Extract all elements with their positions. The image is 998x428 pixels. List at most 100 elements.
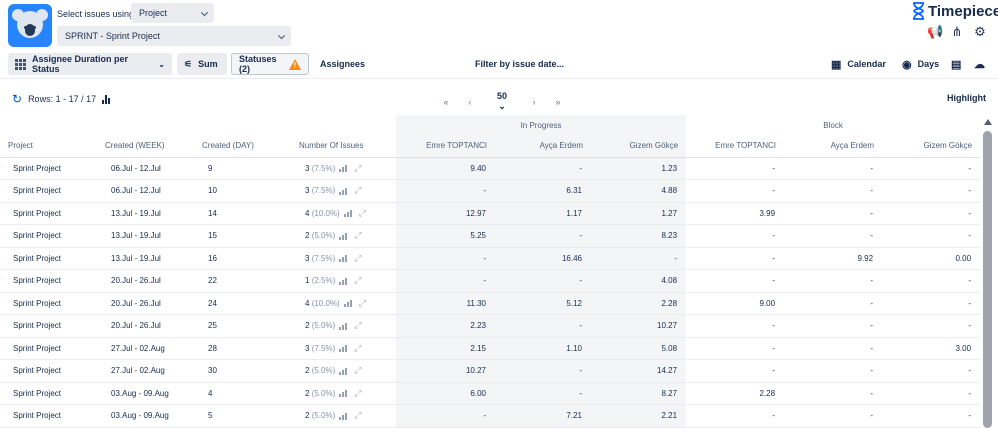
cell-project: Sprint Project [0,202,97,225]
calendar-label: Calendar [847,59,886,69]
column-header-ip-emre[interactable]: Emre TOPTANCI [396,135,495,158]
cell-project: Sprint Project [0,179,97,203]
bar-chart-icon[interactable] [102,94,111,104]
mini-bar-chart-icon[interactable] [339,367,348,375]
column-header-number-of-issues[interactable]: Number Of Issues [291,135,396,158]
cell-project: Sprint Project [0,269,97,293]
cell-ip-ayca: - [495,382,591,405]
mini-bar-chart-icon[interactable] [339,277,348,285]
cell-created-week: 20.Jul - 26.Jul [97,314,194,338]
expand-icon[interactable]: ⤢ [354,320,361,330]
issue-percent: (5.0%) [311,411,336,421]
cell-block-emre: - [686,157,785,180]
mini-bar-chart-icon[interactable] [343,210,352,218]
scroll-up-arrow-icon[interactable] [984,119,992,125]
settings-gear-icon[interactable]: ⚙ [973,24,987,40]
calendar-button[interactable]: ▦ Calendar [824,53,893,75]
filter-by-date-button[interactable]: Filter by issue date... [468,53,571,75]
mini-bar-chart-icon[interactable] [339,165,348,173]
column-header-block-gizem[interactable]: Gizem Gökçe [882,135,980,158]
prev-page-button[interactable]: ‹ [458,97,482,107]
share-icon[interactable]: ⋔ [950,24,964,40]
sum-button[interactable]: ⚟ Sum [177,53,227,75]
days-button[interactable]: ◉ Days [895,53,946,75]
mini-bar-chart-icon[interactable] [339,390,348,398]
cloud-export-button[interactable]: ☁ [967,53,992,75]
column-header-ip-gizem[interactable]: Gizem Gökçe [591,135,687,158]
mini-bar-chart-icon[interactable] [343,300,352,308]
vertical-scrollbar[interactable] [981,115,995,428]
cell-ip-gizem: 4.08 [591,269,687,293]
project-dropdown[interactable]: SPRINT - Sprint Project [57,26,291,46]
column-header-block-ayca[interactable]: Ayça Erdem [784,135,883,158]
cell-ip-ayca: 1.10 [495,337,591,360]
next-page-button[interactable]: › [522,97,546,107]
table-controls: ↻ Rows: 1 - 17 / 17 « ‹ 50 ⌄ › » Highlig… [0,86,998,112]
page-size-select[interactable]: 50 ⌄ [482,91,522,112]
assignees-button[interactable]: Assignees [313,53,372,75]
mini-bar-chart-icon[interactable] [339,232,348,240]
refresh-icon[interactable]: ↻ [12,92,22,106]
cell-ip-gizem: - [591,247,687,270]
expand-icon[interactable]: ⤢ [354,275,361,285]
cell-block-ayca: - [784,179,883,203]
cell-block-gizem: - [882,359,980,383]
expand-icon[interactable]: ⤢ [354,343,361,353]
issue-source-dropdown[interactable]: Project [131,3,214,23]
expand-icon[interactable]: ⤢ [354,253,361,263]
cell-created-week: 13.Jul - 19.Jul [97,202,194,225]
issue-count: 3 [305,186,310,196]
expand-icon[interactable]: ⤢ [359,208,366,218]
cell-number-of-issues: 3 (7.5%) ⤢ [291,247,396,270]
scrollbar-thumb[interactable] [983,131,992,428]
issue-percent: (5.0%) [311,321,336,331]
calendar-icon: ▦ [831,58,842,71]
column-header-block-emre[interactable]: Emre TOPTANCI [686,135,785,158]
first-page-button[interactable]: « [434,97,458,107]
expand-icon[interactable]: ⤢ [354,185,361,195]
cell-project: Sprint Project [0,359,97,383]
app-logo [8,4,52,47]
column-header-ip-ayca[interactable]: Ayça Erdem [495,135,591,158]
mini-bar-chart-icon[interactable] [339,412,348,420]
highlight-toggle[interactable]: Highlight [947,93,986,103]
expand-icon[interactable]: ⤢ [354,365,361,375]
announcement-icon[interactable]: 📢 [927,24,943,40]
cell-ip-ayca: - [495,157,591,180]
cell-ip-gizem: 8.27 [591,382,687,405]
cell-ip-gizem: 14.27 [591,359,687,383]
issue-count: 2 [305,366,310,376]
cell-block-gizem: - [882,157,980,180]
chevron-down-icon: ⌄ [498,101,506,111]
mini-bar-chart-icon[interactable] [339,255,348,263]
export-pdf-button[interactable]: ▤ [944,53,968,75]
expand-icon[interactable]: ⤢ [354,388,361,398]
cell-ip-ayca: 16.46 [495,247,591,270]
column-header-project[interactable]: Project [0,135,97,158]
expand-icon[interactable]: ⤢ [359,298,366,308]
mini-bar-chart-icon[interactable] [339,187,348,195]
issue-percent: (5.0%) [311,366,336,376]
issue-percent: (2.5%) [311,276,336,286]
days-label: Days [917,59,940,69]
mini-bar-chart-icon[interactable] [339,345,348,353]
mini-bar-chart-icon[interactable] [339,322,348,330]
column-header-created-day[interactable]: Created (DAY) [194,135,291,158]
cell-ip-ayca: - [495,269,591,293]
statuses-button[interactable]: Statuses (2) [231,53,309,75]
document-chart-icon: ▤ [951,58,962,71]
column-header-created-week[interactable]: Created (WEEK) [97,135,194,158]
expand-icon[interactable]: ⤢ [354,230,361,240]
issue-count: 3 [305,343,310,353]
cell-ip-gizem: 8.23 [591,224,687,248]
header-actions: 📢 ⋔ ⚙ [927,24,987,40]
last-page-button[interactable]: » [546,97,570,107]
issue-count: 4 [305,208,310,218]
koala-head-icon [17,11,43,38]
cell-ip-emre: 6.00 [396,382,495,405]
expand-icon[interactable]: ⤢ [354,163,361,173]
issue-percent: (7.5%) [311,163,336,173]
hourglass-icon [913,2,924,20]
report-type-dropdown[interactable]: Assignee Duration per Status ⌄ [8,53,172,75]
expand-icon[interactable]: ⤢ [354,410,361,420]
